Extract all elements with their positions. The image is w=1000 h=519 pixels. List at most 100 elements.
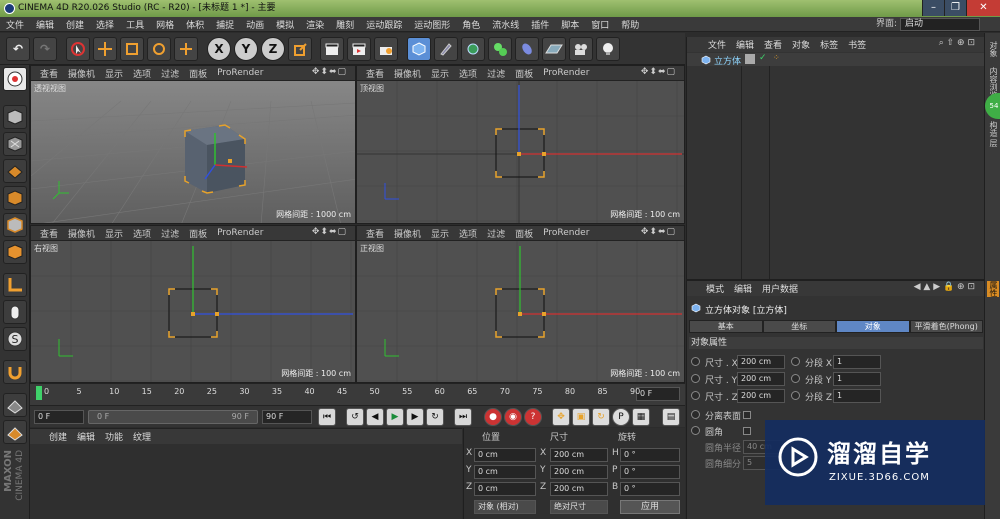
key-scale-button[interactable]: ▣ [572, 408, 590, 426]
tab-coord[interactable]: 坐标 [762, 320, 836, 333]
viewport-top[interactable]: 查看 摄像机 显示 选项 过滤 面板 ProRender ✥⬍⬌▢ 顶视图 网格… [356, 65, 685, 224]
vp-menu-camera[interactable]: 摄像机 [63, 67, 100, 80]
vp-menu-filter[interactable]: 过滤 [156, 227, 184, 240]
size-radio[interactable] [691, 374, 700, 383]
menu-item[interactable]: 渲染 [300, 18, 330, 31]
select-tool-button[interactable] [66, 37, 90, 61]
obj-menu-file[interactable]: 文件 [703, 38, 731, 51]
menu-item[interactable]: 窗口 [585, 18, 615, 31]
vp-menu-display[interactable]: 显示 [100, 227, 128, 240]
key-rotation-button[interactable]: ↻ [592, 408, 610, 426]
render-view-button[interactable] [320, 37, 344, 61]
menu-item[interactable]: 帮助 [615, 18, 645, 31]
end-frame-field[interactable]: 90 F [262, 410, 312, 424]
mat-menu-function[interactable]: 功能 [100, 430, 128, 443]
tab-objects-vertical[interactable]: 对象 [987, 41, 999, 57]
menu-item[interactable]: 插件 [525, 18, 555, 31]
separate-radio[interactable] [691, 410, 700, 419]
minimize-button[interactable]: – [922, 0, 944, 16]
fillet-checkbox[interactable] [743, 427, 751, 435]
menu-item[interactable]: 角色 [456, 18, 486, 31]
rotation-field[interactable]: 0 ° [620, 465, 680, 479]
segment-radio[interactable] [791, 374, 800, 383]
attr-nav-icons[interactable]: ◀ ▲ ▶ 🔒 ⊕ ⊡ [909, 282, 980, 292]
separate-checkbox[interactable] [743, 411, 751, 419]
menu-item[interactable]: 网格 [150, 18, 180, 31]
menu-item[interactable]: 捕捉 [210, 18, 240, 31]
timeline-ruler[interactable]: 0 F 0 5 10 15 20 25 30 35 40 45 50 55 60 65 70 75 80 85 90 [30, 383, 685, 405]
y-axis-lock-button[interactable]: Y [234, 37, 258, 61]
object-row[interactable]: 立方体 ✓ ⁘ [687, 53, 985, 67]
start-frame-field[interactable]: 0 F [34, 410, 84, 424]
menu-item[interactable]: 文件 [0, 18, 30, 31]
menu-item[interactable]: 动画 [240, 18, 270, 31]
menu-item[interactable]: 选择 [90, 18, 120, 31]
auto-key-button[interactable]: ◉ [504, 408, 522, 426]
magnet-button[interactable] [3, 360, 27, 384]
move-tool-button[interactable] [93, 37, 117, 61]
object-name[interactable]: 立方体 [714, 54, 741, 67]
floor-button[interactable] [542, 37, 566, 61]
vp-menu-panel[interactable]: 面板 [184, 227, 212, 240]
viewport-nav-icons[interactable]: ✥⬍⬌▢ [307, 227, 352, 237]
tab-attributes-vertical[interactable]: 属性 [987, 281, 999, 297]
menu-item[interactable]: 体积 [180, 18, 210, 31]
tab-structure-vertical[interactable]: 构造 [987, 121, 999, 137]
vp-menu-panel[interactable]: 面板 [184, 67, 212, 80]
camera-button[interactable] [569, 37, 593, 61]
size-radio[interactable] [691, 391, 700, 400]
texture-mode-button[interactable] [3, 132, 27, 156]
play-button[interactable]: ▶ [386, 408, 404, 426]
rotate-tool-button[interactable] [147, 37, 171, 61]
obj-menu-bookmarks[interactable]: 书签 [843, 38, 871, 51]
vp-menu-view[interactable]: 查看 [361, 227, 389, 240]
mat-menu-create[interactable]: 创建 [44, 430, 72, 443]
edges-mode-button[interactable] [3, 213, 27, 237]
vp-menu-prorender[interactable]: ProRender [212, 228, 268, 238]
add-tool-button[interactable] [174, 37, 198, 61]
attr-menu-edit[interactable]: 编辑 [729, 282, 757, 295]
tab-phong[interactable]: 平滑着色(Phong) [909, 320, 983, 333]
position-field[interactable]: 0 cm [474, 482, 536, 496]
vp-menu-filter[interactable]: 过滤 [482, 227, 510, 240]
attr-menu-userdata[interactable]: 用户数据 [757, 282, 803, 295]
enable-axis-button[interactable] [3, 273, 27, 297]
segment-radio[interactable] [791, 357, 800, 366]
size-field[interactable]: 200 cm [550, 465, 608, 479]
rotation-field[interactable]: 0 ° [620, 482, 680, 496]
redo-button[interactable]: ↷ [33, 37, 57, 61]
coord-mode-select[interactable]: 对象 (相对) [474, 500, 536, 514]
vp-menu-display[interactable]: 显示 [100, 67, 128, 80]
x-axis-lock-button[interactable]: X [207, 37, 231, 61]
array-button[interactable] [488, 37, 512, 61]
viewport-nav-icons[interactable]: ✥⬍⬌▢ [636, 227, 681, 237]
segment-value-field[interactable]: 1 [833, 355, 881, 369]
position-field[interactable]: 0 cm [474, 465, 536, 479]
timeline-button[interactable]: ▤ [662, 408, 680, 426]
size-value-field[interactable]: 200 cm [737, 372, 785, 386]
obj-menu-tags[interactable]: 标签 [815, 38, 843, 51]
size-field[interactable]: 200 cm [550, 448, 608, 462]
render-picture-viewer-button[interactable] [347, 37, 371, 61]
model-mode-button[interactable] [3, 105, 27, 129]
workplane-lock-button[interactable] [3, 393, 27, 417]
vp-menu-view[interactable]: 查看 [35, 227, 63, 240]
vp-menu-camera[interactable]: 摄像机 [63, 227, 100, 240]
viewport-right[interactable]: 查看 摄像机 显示 选项 过滤 面板 ProRender ✥⬍⬌▢ 右视图 网格… [30, 225, 356, 383]
position-field[interactable]: 0 cm [474, 448, 536, 462]
cube-object-button[interactable] [407, 37, 431, 61]
render-settings-button[interactable] [374, 37, 398, 61]
vp-menu-display[interactable]: 显示 [426, 67, 454, 80]
layout-select[interactable]: 启动 [900, 18, 980, 31]
obj-menu-view[interactable]: 查看 [759, 38, 787, 51]
size-value-field[interactable]: 200 cm [737, 355, 785, 369]
mat-menu-texture[interactable]: 纹理 [128, 430, 156, 443]
fillet-radio[interactable] [691, 426, 700, 435]
undo-button[interactable]: ↶ [6, 37, 30, 61]
menu-item[interactable]: 编辑 [30, 18, 60, 31]
size-value-field[interactable]: 200 cm [737, 389, 785, 403]
tweak-mode-button[interactable] [3, 300, 27, 324]
tab-layers-vertical[interactable]: 层 [987, 139, 999, 147]
spline-pen-button[interactable] [434, 37, 458, 61]
coord-size-select[interactable]: 绝对尺寸 [550, 500, 608, 514]
